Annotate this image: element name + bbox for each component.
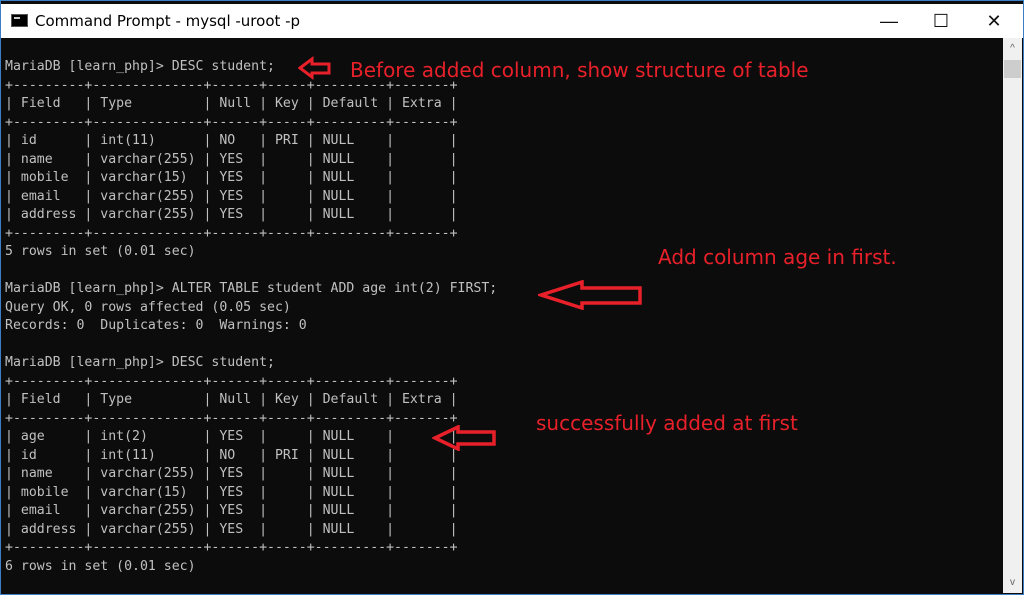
console-line: +---------+--------------+------+-----+-… (5, 114, 458, 130)
console-line: | mobile | varchar(15) | YES | | NULL | … (5, 484, 458, 500)
console-line: | name | varchar(255) | YES | | NULL | | (5, 151, 458, 167)
console-line: | Field | Type | Null | Key | Default | … (5, 96, 458, 111)
arrow-left-icon (538, 280, 642, 310)
minimize-button[interactable]: — (866, 4, 912, 38)
arrow-left-icon (298, 56, 331, 80)
arrow-left-icon (432, 425, 496, 451)
scroll-up-icon[interactable]: ^ (1003, 40, 1022, 57)
console-line: MariaDB [learn_php]> DESC student; (5, 355, 275, 370)
console-line: | id | int(11) | NO | PRI | NULL | | (5, 133, 458, 148)
console-line: +---------+--------------+------+-----+-… (5, 540, 458, 555)
command-prompt-window: Command Prompt - mysql -uroot -p — ☐ ✕ M… (0, 0, 1024, 595)
console-line: | age | int(2) | YES | | NULL | | (5, 429, 458, 444)
console-line: +---------+--------------+------+-----+-… (5, 225, 458, 241)
console-line: 5 rows in set (0.01 sec) (5, 244, 196, 259)
console-output[interactable]: MariaDB [learn_php]> DESC student; +-----… (4, 38, 981, 593)
console-line: 6 rows in set (0.01 sec) (5, 558, 196, 574)
scroll-down-icon[interactable]: v (1003, 574, 1022, 591)
console-line: | mobile | varchar(15) | YES | | NULL | … (5, 170, 458, 185)
annotation-add-column: Add column age in first. (658, 245, 897, 269)
console-line: | Field | Type | Null | Key | Default | … (5, 392, 458, 407)
console-line: | email | varchar(255) | YES | | NULL | … (5, 503, 458, 518)
window-title: Command Prompt - mysql -uroot -p (35, 12, 301, 30)
annotation-before: Before added column, show structure of t… (350, 58, 809, 82)
console-line: MariaDB [learn_php]> ALTER TABLE student… (5, 281, 498, 296)
close-button[interactable]: ✕ (971, 4, 1017, 38)
console-line: | address | varchar(255) | YES | | NULL … (5, 207, 458, 222)
console-line: +---------+--------------+------+-----+-… (5, 410, 458, 426)
scrollbar-thumb[interactable] (1004, 60, 1021, 78)
annotation-success: successfully added at first (536, 411, 798, 435)
title-bar[interactable]: Command Prompt - mysql -uroot -p — ☐ ✕ (1, 4, 1023, 38)
console-line: Query OK, 0 rows affected (0.05 sec) (5, 299, 291, 315)
console-line: | name | varchar(255) | YES | | NULL | | (5, 466, 458, 481)
console-line: | address | varchar(255) | YES | | NULL … (5, 521, 458, 537)
console-line: | id | int(11) | NO | PRI | NULL | | (5, 447, 458, 463)
console-line: Records: 0 Duplicates: 0 Warnings: 0 (5, 318, 307, 333)
vertical-scrollbar[interactable]: ^ v (1003, 38, 1022, 593)
console-line: +---------+--------------+------+-----+-… (5, 373, 458, 389)
maximize-button[interactable]: ☐ (918, 4, 964, 38)
console-text: MariaDB [learn_php]> DESC student; +-----… (5, 58, 497, 576)
console-line: | email | varchar(255) | YES | | NULL | … (5, 188, 458, 204)
cmd-icon (11, 14, 28, 27)
